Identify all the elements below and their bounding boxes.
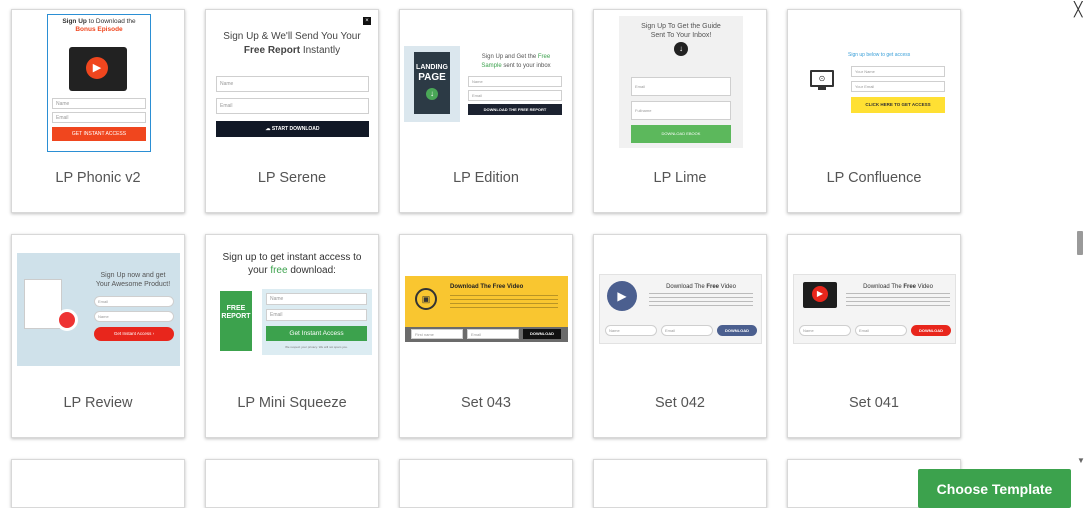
book-image: LANDING PAGE ↓ <box>414 52 450 114</box>
video-icon: ▣ <box>415 288 437 310</box>
template-card-partial[interactable] <box>399 459 573 508</box>
monitor-play-icon: ⊙ <box>810 70 834 87</box>
thumb-button: DOWNLOAD <box>717 325 757 336</box>
thumb-name-field: Name <box>52 98 146 109</box>
thumb-email-field: Your Email <box>851 81 945 92</box>
scroll-down-arrow-icon[interactable]: ▼ <box>1077 456 1085 465</box>
template-name: Set 041 <box>849 395 899 411</box>
template-card-lp-confluence[interactable]: Sign up below to get access ⊙ Your Name … <box>787 9 961 213</box>
template-card-lp-edition[interactable]: LANDING PAGE ↓ Sign Up and Get the Free Sam… <box>399 9 573 213</box>
template-name: LP Phonic v2 <box>55 170 141 186</box>
thumb-heading: Download The Free Video <box>666 284 736 290</box>
product-disc-image <box>56 309 78 331</box>
template-name: LP Lime <box>653 170 707 186</box>
thumb-button: ☁ START DOWNLOAD <box>216 121 369 137</box>
thumb-email-field: Email <box>94 296 174 307</box>
template-name: LP Serene <box>257 170 327 186</box>
thumb-heading: Download The Free Video <box>450 284 524 290</box>
template-thumbnail: × Sign Up & We'll Send You Your Free Repo… <box>206 10 378 155</box>
thumb-name-field: Name <box>605 325 657 336</box>
thumb-email-field: Email <box>855 325 907 336</box>
template-card-partial[interactable] <box>11 459 185 508</box>
thumb-heading: Sign Up now and get Your Awesome Product! <box>95 272 171 288</box>
template-thumbnail: LANDING PAGE ↓ Sign Up and Get the Free Sam… <box>400 10 572 155</box>
play-icon: ▶ <box>812 286 828 302</box>
template-card-set-042[interactable]: ▶ Download The Free Video Name Email DOW… <box>593 234 767 438</box>
template-name: LP Mini Squeeze <box>237 395 347 411</box>
thumb-name-field: Name <box>266 293 367 305</box>
book-image: FREE REPORT <box>220 291 252 351</box>
thumb-email-field: Email <box>467 329 519 339</box>
template-card-set-041[interactable]: ▶ Download The Free Video Name Email DOW… <box>787 234 961 438</box>
template-thumbnail: Sign up to get instant access to your fre… <box>206 235 378 380</box>
thumb-button: DOWNLOAD <box>911 325 951 336</box>
thumb-button: DOWNLOAD EBOOK <box>631 125 731 143</box>
thumb-button: Get Instant Access › <box>94 327 174 341</box>
thumb-email-field: Email <box>661 325 713 336</box>
thumb-button: DOWNLOAD <box>523 329 561 339</box>
template-grid: Sign Up to Download the Bonus Episode ▶ N… <box>0 0 1085 508</box>
thumb-button: GET INSTANT ACCESS <box>52 127 146 141</box>
thumb-email-field: Email <box>631 77 731 96</box>
choose-template-button[interactable]: Choose Template <box>918 469 1071 508</box>
template-card-lp-serene[interactable]: × Sign Up & We'll Send You Your Free Repo… <box>205 9 379 213</box>
thumb-heading: Sign Up To Get the Guide Sent To Your Inb… <box>641 23 721 39</box>
thumb-name-field: Name <box>799 325 851 336</box>
thumb-button: DOWNLOAD THE FREE REPORT <box>468 104 562 115</box>
template-thumbnail: Sign up below to get access ⊙ Your Name … <box>788 10 960 155</box>
thumb-name-field: Name <box>94 311 174 322</box>
template-card-set-043[interactable]: ▣ Download The Free Video First name Ema… <box>399 234 573 438</box>
monitor-stand <box>818 87 826 90</box>
template-thumbnail: Sign Up to Download the Bonus Episode ▶ N… <box>12 10 184 155</box>
template-card-lp-phonic-v2[interactable]: Sign Up to Download the Bonus Episode ▶ N… <box>11 9 185 213</box>
thumb-name-field: Name <box>468 76 562 87</box>
thumb-name-field: First name <box>411 329 463 339</box>
template-thumbnail: Sign Up To Get the Guide Sent To Your Inb… <box>594 10 766 155</box>
template-card-lp-lime[interactable]: Sign Up To Get the Guide Sent To Your Inb… <box>593 9 767 213</box>
thumb-body-text <box>846 293 950 309</box>
thumb-email-field: Email <box>52 112 146 123</box>
thumb-heading: Sign Up & We'll Send You Your Free Report… <box>223 31 361 56</box>
thumb-email-field: Email <box>468 90 562 101</box>
template-card-lp-mini-squeeze[interactable]: Sign up to get instant access to your fre… <box>205 234 379 438</box>
template-thumbnail: Sign Up now and get Your Awesome Product!… <box>12 235 184 380</box>
template-name: LP Edition <box>453 170 519 186</box>
thumb-heading: Sign up to get instant access to your fre… <box>222 252 362 276</box>
template-card-partial[interactable] <box>593 459 767 508</box>
thumb-body-text <box>450 295 558 309</box>
thumb-name-field: Name <box>216 76 369 92</box>
thumb-fullname-field: Fullname <box>631 101 731 120</box>
thumb-email-field: Email <box>266 309 367 321</box>
thumb-body-text <box>649 293 753 309</box>
thumb-name-field: Your Name <box>851 66 945 77</box>
thumb-heading: Download The Free Video <box>863 284 933 290</box>
template-name: LP Review <box>63 395 133 411</box>
thumb-email-field: Email <box>216 98 369 114</box>
thumb-heading: Sign Up to Download the Bonus Episode <box>62 18 136 33</box>
template-thumbnail: ▶ Download The Free Video Name Email DOW… <box>594 235 766 380</box>
template-name: LP Confluence <box>826 170 922 186</box>
download-icon: ↓ <box>674 42 688 56</box>
video-camera-icon: ▶ <box>607 281 637 311</box>
template-card-partial[interactable] <box>205 459 379 508</box>
template-thumbnail: ▣ Download The Free Video First name Ema… <box>400 235 572 380</box>
thumb-heading: Sign up below to get access <box>848 52 911 58</box>
thumb-button: CLICK HERE TO GET ACCESS <box>851 97 945 113</box>
close-icon: × <box>363 17 371 25</box>
download-icon: ↓ <box>426 88 438 100</box>
template-card-lp-review[interactable]: Sign Up now and get Your Awesome Product!… <box>11 234 185 438</box>
scrollbar-thumb[interactable] <box>1077 231 1083 255</box>
template-thumbnail: ▶ Download The Free Video Name Email DOW… <box>788 235 960 380</box>
thumb-button: Get Instant Access <box>266 326 367 341</box>
thumb-heading: Sign Up and Get the Free Sample sent to y… <box>481 54 551 69</box>
thumb-privacy-note: We respect your privacy. We will not spa… <box>285 345 348 349</box>
play-icon: ▶ <box>86 57 108 79</box>
template-name: Set 042 <box>655 395 705 411</box>
template-name: Set 043 <box>461 395 511 411</box>
